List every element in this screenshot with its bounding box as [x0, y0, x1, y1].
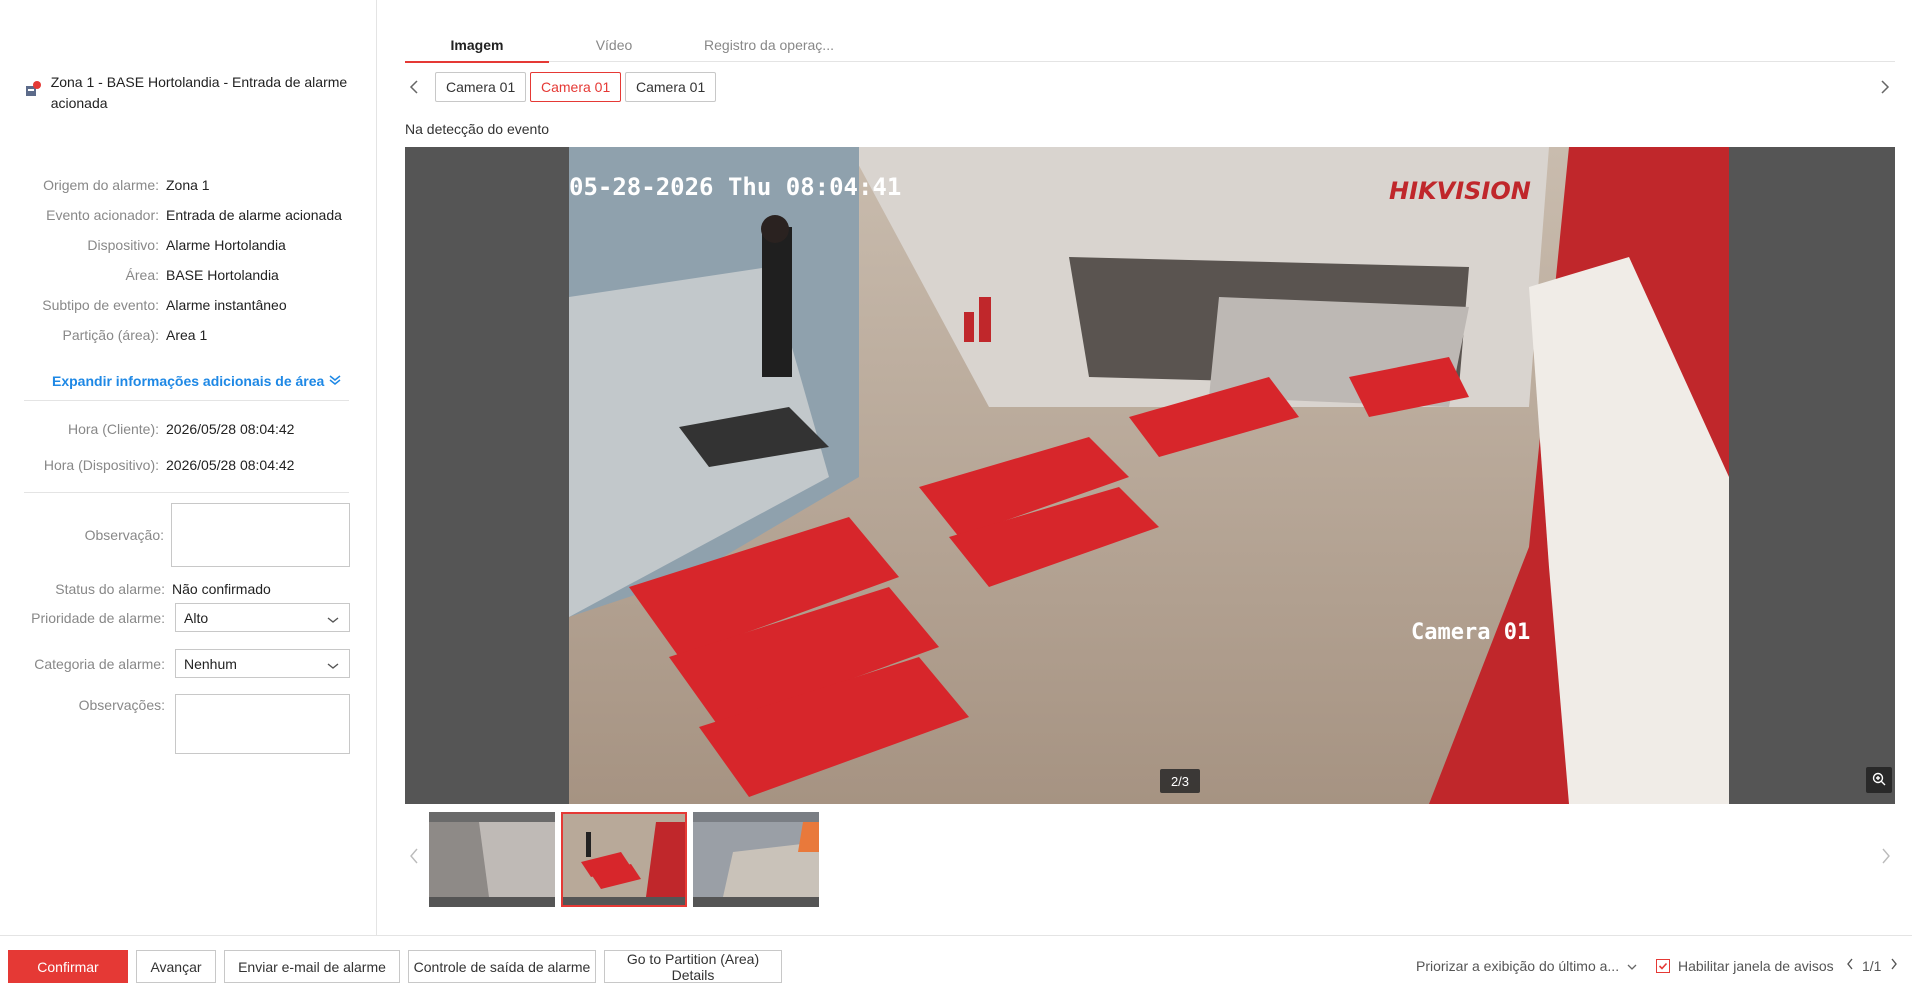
camera-chip[interactable]: Camera 01	[435, 72, 527, 102]
page-prev-icon[interactable]	[1846, 958, 1854, 970]
detail-row-partition: Partição (área): Area 1	[0, 320, 377, 350]
partition-details-button[interactable]: Go to Partition (Area) Details	[604, 950, 782, 983]
media-panel: Imagem Vídeo Registro da operaç... Camer…	[377, 0, 1912, 935]
detail-value: Alarme instantâneo	[166, 297, 287, 313]
tab-operation-log[interactable]: Registro da operaç...	[679, 28, 859, 62]
thumbnail-selected[interactable]	[561, 812, 687, 907]
detail-label: Evento acionador:	[46, 207, 159, 223]
camera-chip[interactable]: Camera 01	[625, 72, 717, 102]
tab-video[interactable]: Vídeo	[549, 28, 679, 62]
time-value: 2026/05/28 08:04:42	[166, 457, 295, 473]
status-label: Status do alarme:	[55, 581, 165, 597]
image-counter: 2/3	[1160, 769, 1200, 793]
chevron-left-icon[interactable]	[409, 848, 419, 867]
time-row-device: Hora (Dispositivo): 2026/05/28 08:04:42	[0, 450, 377, 480]
expand-area-info-label: Expandir informações adicionais de área	[52, 373, 325, 389]
time-value: 2026/05/28 08:04:42	[166, 421, 295, 437]
detail-value: Zona 1	[166, 177, 210, 193]
detail-value: Alarme Hortolandia	[166, 237, 286, 253]
time-row-client: Hora (Cliente): 2026/05/28 08:04:42	[0, 414, 377, 444]
detail-value: Area 1	[166, 327, 208, 343]
detail-row-origin: Origem do alarme: Zona 1	[0, 170, 377, 200]
time-label: Hora (Cliente):	[67, 421, 159, 437]
detail-value: BASE Hortolandia	[166, 267, 279, 283]
action-footer: Confirmar Avançar Enviar e-mail de alarm…	[0, 935, 1912, 990]
detail-label: Partição (área):	[62, 327, 159, 343]
thumbnail-strip	[405, 812, 1895, 907]
thumbnail[interactable]	[693, 812, 819, 907]
detail-row-device: Dispositivo: Alarme Hortolandia	[0, 230, 377, 260]
observation-label: Observação:	[84, 527, 164, 543]
confirm-button[interactable]: Confirmar	[8, 950, 128, 983]
detail-value: Entrada de alarme acionada	[166, 207, 342, 223]
category-value: Nenhum	[184, 655, 237, 672]
observation-textarea[interactable]	[171, 503, 350, 567]
tab-image[interactable]: Imagem	[405, 28, 549, 63]
double-chevron-down-icon	[329, 373, 341, 389]
enable-popup-checkbox[interactable]: Habilitar janela de avisos	[1656, 958, 1834, 974]
thumbnail[interactable]	[429, 812, 555, 907]
detail-row-event-subtype: Subtipo de evento: Alarme instantâneo	[0, 290, 377, 320]
enable-popup-label: Habilitar janela de avisos	[1678, 958, 1834, 974]
checkbox-checked-icon	[1656, 959, 1670, 973]
remarks-label: Observações:	[78, 697, 165, 713]
chevron-right-icon[interactable]	[1880, 80, 1890, 97]
camera-chip-selected[interactable]: Camera 01	[530, 72, 622, 102]
osd-timestamp: 05-28-2026 Thu 08:04:41	[569, 173, 901, 201]
image-caption: Na detecção do evento	[405, 121, 549, 137]
alarm-title: Zona 1 - BASE Hortolandia - Entrada de a…	[50, 74, 348, 111]
page-indicator: 1/1	[1862, 958, 1882, 974]
detail-label: Dispositivo:	[87, 237, 159, 253]
detail-label: Subtipo de evento:	[42, 297, 159, 313]
chevron-down-icon	[327, 658, 339, 674]
image-viewer[interactable]: 05-28-2026 Thu 08:04:41 HIKVISION Camera…	[405, 147, 1895, 804]
chevron-right-icon[interactable]	[1881, 848, 1891, 867]
osd-camera-name: Camera 01	[1411, 620, 1530, 645]
media-tabs: Imagem Vídeo Registro da operaç...	[405, 28, 1895, 63]
prioritize-latest-dropdown[interactable]: Priorizar a exibição do último a...	[1416, 958, 1637, 974]
alarm-output-control-button[interactable]: Controle de saída de alarme	[408, 950, 596, 983]
detail-label: Área:	[125, 267, 159, 283]
send-email-button[interactable]: Enviar e-mail de alarme	[224, 950, 400, 983]
chevron-left-icon[interactable]	[409, 80, 419, 97]
category-select[interactable]: Nenhum	[175, 649, 350, 678]
prioritize-label: Priorizar a exibição do último a...	[1416, 958, 1620, 974]
zoom-in-icon	[1872, 772, 1886, 789]
brand-logo: HIKVISION	[1389, 177, 1531, 205]
chevron-down-icon	[1627, 958, 1637, 974]
priority-label: Prioridade de alarme:	[31, 610, 165, 626]
alarm-input-icon	[24, 80, 43, 114]
divider	[24, 400, 349, 401]
advance-button[interactable]: Avançar	[136, 950, 216, 983]
alarm-details-panel: Zona 1 - BASE Hortolandia - Entrada de a…	[0, 0, 377, 935]
time-label: Hora (Dispositivo):	[43, 457, 159, 473]
alarm-title-row: Zona 1 - BASE Hortolandia - Entrada de a…	[24, 72, 354, 114]
captured-image: 05-28-2026 Thu 08:04:41 HIKVISION Camera…	[569, 147, 1729, 804]
status-row: Status do alarme: Não confirmado	[0, 574, 377, 604]
priority-select[interactable]: Alto	[175, 603, 350, 632]
page-next-icon[interactable]	[1890, 958, 1898, 970]
status-value: Não confirmado	[172, 581, 271, 597]
priority-value: Alto	[184, 609, 209, 626]
chevron-down-icon	[327, 612, 339, 628]
remarks-textarea[interactable]	[175, 694, 350, 754]
detail-row-area: Área: BASE Hortolandia	[0, 260, 377, 290]
detail-row-trigger-event: Evento acionador: Entrada de alarme acio…	[0, 200, 377, 230]
camera-selector: Camera 01 Camera 01 Camera 01	[405, 72, 1895, 102]
category-label: Categoria de alarme:	[34, 656, 165, 672]
expand-area-info-link[interactable]: Expandir informações adicionais de área	[52, 373, 341, 389]
zoom-button[interactable]	[1866, 767, 1892, 793]
divider	[24, 492, 349, 493]
detail-label: Origem do alarme:	[43, 177, 159, 193]
